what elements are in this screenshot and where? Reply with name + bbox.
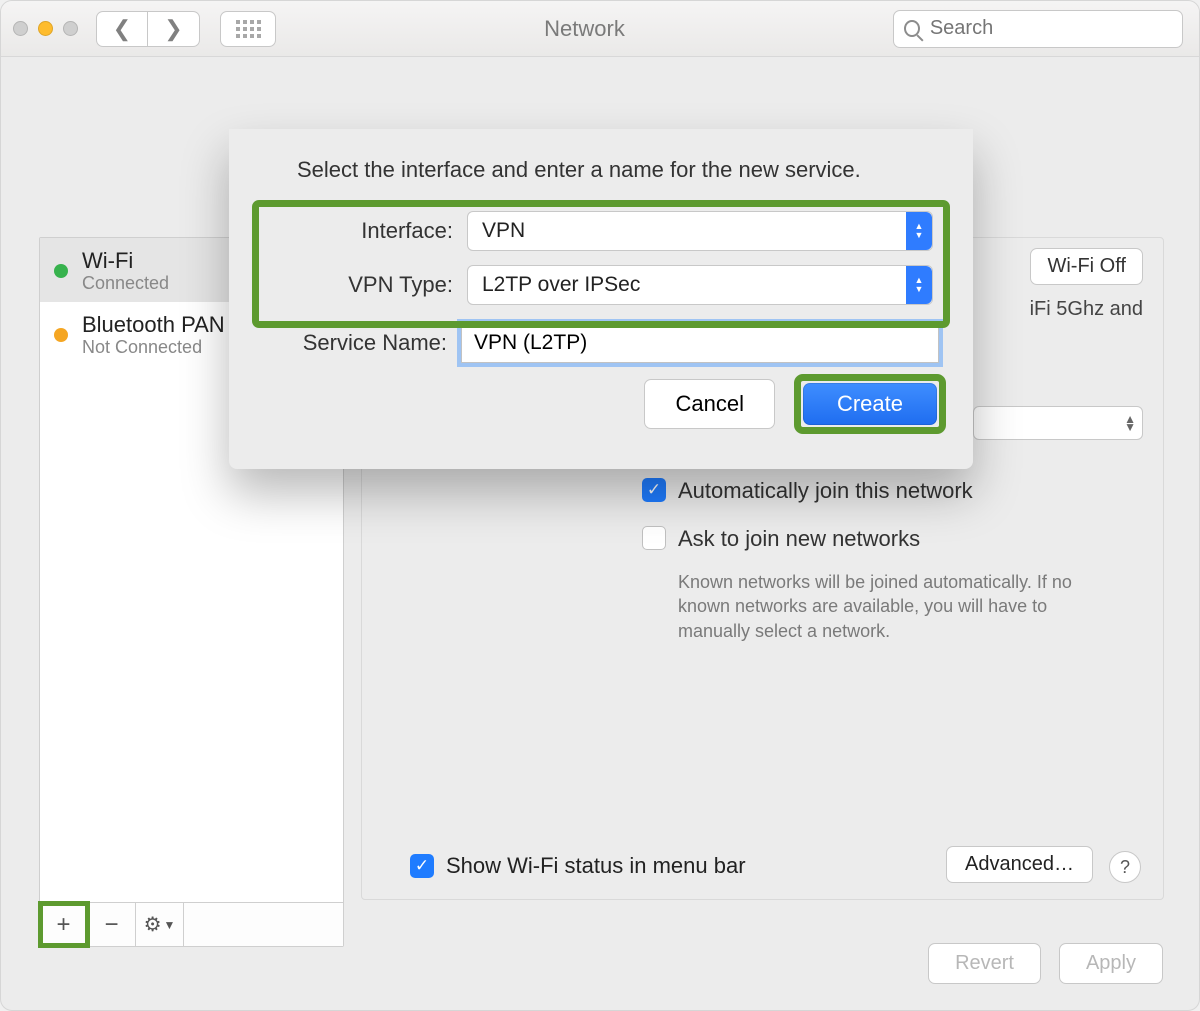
select-arrows-icon: ▲▼ (906, 266, 932, 304)
network-name-fragment: iFi 5Ghz and (1030, 298, 1143, 321)
highlighted-select-group: Interface: VPN ▲▼ VPN Type: L2TP over IP… (257, 205, 945, 323)
nav-back-forward: ❮ ❯ (96, 11, 200, 47)
titlebar: ❮ ❯ Network (1, 1, 1199, 57)
gear-icon: ⚙︎ (144, 912, 162, 937)
window-title: Network (286, 16, 883, 42)
plus-icon: + (56, 911, 70, 939)
vpn-type-row: VPN Type: L2TP over IPSec ▲▼ (263, 265, 939, 305)
chevron-right-icon: ❯ (164, 16, 182, 42)
vpn-type-value: L2TP over IPSec (482, 273, 640, 297)
close-window-button[interactable] (13, 21, 28, 36)
help-button[interactable]: ? (1109, 851, 1141, 883)
add-service-button[interactable]: + (40, 903, 88, 946)
grid-icon (236, 20, 261, 38)
forward-button[interactable]: ❯ (148, 11, 200, 47)
zoom-window-button[interactable] (63, 21, 78, 36)
show-status-checkbox[interactable]: ✓ (410, 854, 434, 878)
minus-icon: − (104, 911, 118, 939)
sheet-actions: Cancel Create (257, 379, 945, 429)
highlighted-create: Create (799, 379, 941, 429)
advanced-button[interactable]: Advanced… (946, 846, 1093, 883)
search-icon (904, 20, 920, 37)
service-actions-menu[interactable]: ⚙︎ ▼ (136, 903, 184, 946)
ask-join-checkbox[interactable] (642, 526, 666, 550)
interface-select[interactable]: VPN ▲▼ (467, 211, 933, 251)
ask-join-help: Known networks will be joined automatica… (678, 570, 1108, 643)
ask-join-row: Ask to join new networks Known networks … (642, 526, 1143, 643)
service-name: Bluetooth PAN (82, 312, 225, 337)
interface-label: Interface: (269, 218, 453, 244)
back-button[interactable]: ❮ (96, 11, 148, 47)
network-name-select[interactable]: ▲▼ (973, 406, 1143, 440)
network-preferences-window: ❮ ❯ Network Wi-Fi Off iFi 5Ghz and (0, 0, 1200, 1011)
vpn-type-select[interactable]: L2TP over IPSec ▲▼ (467, 265, 933, 305)
service-texts: Wi-Fi Connected (82, 248, 169, 294)
apply-button[interactable]: Apply (1059, 943, 1163, 984)
footer-actions: Revert Apply (928, 943, 1163, 984)
search-input[interactable] (928, 16, 1172, 41)
service-name-row: Service Name: (257, 323, 945, 363)
traffic-lights (13, 21, 78, 36)
interface-value: VPN (482, 219, 525, 243)
status-dot-icon (54, 264, 68, 278)
search-field-wrap[interactable] (893, 10, 1183, 48)
service-list-footer: + − ⚙︎ ▼ (40, 902, 343, 946)
sheet-instruction: Select the interface and enter a name fo… (257, 157, 945, 183)
auto-join-label: Automatically join this network (678, 478, 973, 504)
service-name-input[interactable] (461, 323, 939, 363)
menu-bar-row: ✓ Show Wi-Fi status in menu bar (410, 853, 746, 879)
chevron-left-icon: ❮ (113, 16, 131, 42)
service-status: Connected (82, 273, 169, 294)
status-dot-icon (54, 328, 68, 342)
stepper-icon: ▲▼ (1124, 415, 1136, 431)
create-button[interactable]: Create (803, 383, 937, 425)
ask-join-label: Ask to join new networks (678, 526, 920, 552)
show-status-label: Show Wi-Fi status in menu bar (446, 853, 746, 879)
show-all-button[interactable] (220, 11, 276, 47)
content-area: Wi-Fi Off iFi 5Ghz and ▲▼ ✓ Automaticall… (1, 57, 1199, 1010)
service-status: Not Connected (82, 337, 225, 358)
wifi-options: ✓ Automatically join this network Ask to… (642, 478, 1143, 643)
service-name: Wi-Fi (82, 248, 169, 273)
check-icon: ✓ (647, 480, 661, 500)
wifi-toggle-button[interactable]: Wi-Fi Off (1030, 248, 1143, 285)
interface-row: Interface: VPN ▲▼ (263, 211, 939, 251)
remove-service-button[interactable]: − (88, 903, 136, 946)
auto-join-checkbox[interactable]: ✓ (642, 478, 666, 502)
new-service-sheet: Select the interface and enter a name fo… (229, 129, 973, 469)
check-icon: ✓ (415, 856, 429, 876)
service-texts: Bluetooth PAN Not Connected (82, 312, 225, 358)
auto-join-row: ✓ Automatically join this network (642, 478, 1143, 504)
vpn-type-label: VPN Type: (269, 272, 453, 298)
chevron-down-icon: ▼ (164, 918, 176, 932)
cancel-button[interactable]: Cancel (644, 379, 774, 429)
minimize-window-button[interactable] (38, 21, 53, 36)
select-arrows-icon: ▲▼ (906, 212, 932, 250)
revert-button[interactable]: Revert (928, 943, 1041, 984)
service-name-label: Service Name: (263, 330, 447, 356)
